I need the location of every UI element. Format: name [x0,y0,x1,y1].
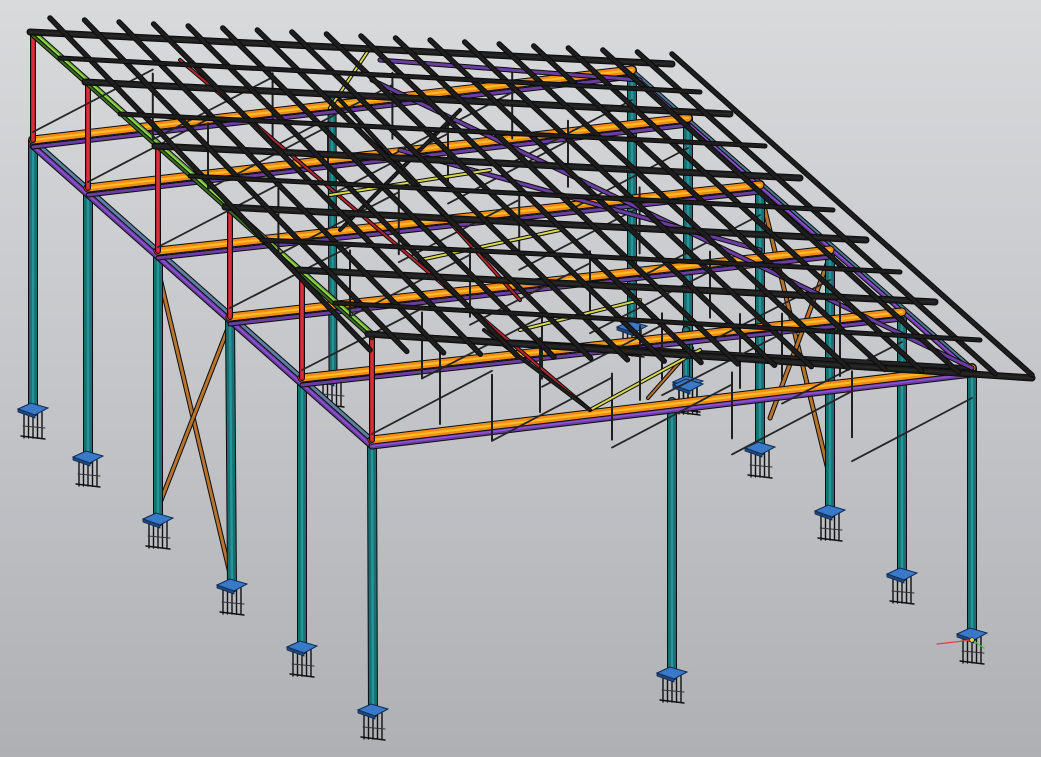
column[interactable] [225,312,237,593]
wall-brace[interactable] [155,315,235,511]
wall-brace-core[interactable] [158,276,234,584]
column-highlight[interactable] [370,438,375,715]
column-base[interactable] [71,450,105,488]
3d-viewport[interactable] [0,0,1041,757]
column-base[interactable] [16,402,50,440]
column-base[interactable] [743,441,777,479]
column-base[interactable] [215,578,249,616]
wall-brace-core[interactable] [156,316,234,510]
wall-brace[interactable] [157,275,235,585]
column[interactable] [367,435,378,718]
column-base[interactable] [141,512,175,550]
column-base[interactable] [885,567,919,605]
column-base[interactable] [285,640,319,678]
column-base[interactable] [356,703,390,741]
column-base[interactable] [813,504,847,542]
axis-x[interactable] [936,639,973,645]
steel-frame-model[interactable] [0,0,1041,757]
axis-origin[interactable] [969,637,975,643]
column-base[interactable] [655,666,689,704]
truss-web-diagonal[interactable] [851,397,973,463]
